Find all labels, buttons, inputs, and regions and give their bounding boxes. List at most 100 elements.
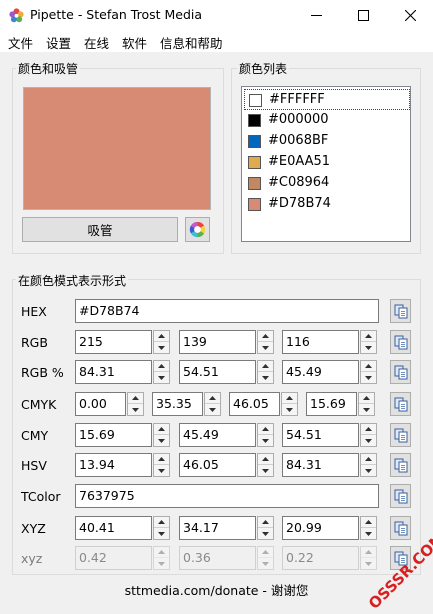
spin-down-icon[interactable]: [258, 528, 273, 539]
xyz-spinner[interactable]: [257, 516, 274, 540]
cmy-spinner[interactable]: [360, 423, 377, 447]
spin-up-icon[interactable]: [258, 424, 273, 435]
list-item[interactable]: #E0AA51: [244, 152, 410, 173]
tcolor-copy-button[interactable]: [390, 484, 411, 508]
menu-online[interactable]: 在线: [84, 33, 109, 52]
eyedropper-button[interactable]: 吸管: [22, 217, 178, 242]
minimize-button[interactable]: [293, 0, 339, 30]
spin-down-icon[interactable]: [361, 372, 376, 383]
spin-up-icon[interactable]: [154, 454, 169, 465]
spin-down-icon[interactable]: [361, 342, 376, 353]
cmy-field[interactable]: 54.51: [282, 423, 359, 447]
cmyk-spinner[interactable]: [204, 392, 221, 416]
spin-up-icon[interactable]: [154, 424, 169, 435]
spin-up-icon[interactable]: [128, 393, 143, 404]
xyz-spinner[interactable]: [360, 516, 377, 540]
cmyk-spinner[interactable]: [127, 392, 144, 416]
cmyk-spinner[interactable]: [281, 392, 298, 416]
spin-down-icon[interactable]: [361, 465, 376, 476]
hsv-spinner[interactable]: [360, 453, 377, 477]
list-item[interactable]: #C08964: [244, 173, 410, 194]
rgb-spinner[interactable]: [153, 330, 170, 354]
cmyk-field[interactable]: 46.05: [229, 392, 280, 416]
xyz-copy-button[interactable]: [390, 516, 411, 540]
spin-up-icon[interactable]: [282, 393, 297, 404]
hsv-field[interactable]: 46.05: [179, 453, 256, 477]
color-wheel-button[interactable]: [185, 217, 210, 242]
cmyk-spinner[interactable]: [358, 392, 375, 416]
rgbp-field[interactable]: 84.31: [75, 360, 152, 384]
hex-copy-button[interactable]: [390, 299, 411, 323]
spin-down-icon[interactable]: [258, 342, 273, 353]
hsv-copy-button[interactable]: [390, 453, 411, 477]
spin-down-icon[interactable]: [154, 372, 169, 383]
close-button[interactable]: [387, 0, 433, 30]
hsv-field[interactable]: 13.94: [75, 453, 152, 477]
xyz-field[interactable]: 40.41: [75, 516, 152, 540]
rgbp-copy-button[interactable]: [390, 360, 411, 384]
spin-down-icon[interactable]: [361, 528, 376, 539]
spin-down-icon[interactable]: [154, 435, 169, 446]
rgb-spinner[interactable]: [257, 330, 274, 354]
hsv-spinner[interactable]: [257, 453, 274, 477]
xyz-field[interactable]: 34.17: [179, 516, 256, 540]
spin-up-icon[interactable]: [258, 361, 273, 372]
cmy-copy-button[interactable]: [390, 423, 411, 447]
menu-settings[interactable]: 设置: [46, 33, 71, 52]
spin-up-icon[interactable]: [361, 361, 376, 372]
spin-up-icon[interactable]: [258, 517, 273, 528]
spin-up-icon[interactable]: [258, 331, 273, 342]
spin-down-icon[interactable]: [361, 435, 376, 446]
cmy-spinner[interactable]: [257, 423, 274, 447]
list-item[interactable]: #FFFFFF: [244, 89, 410, 110]
spin-down-icon[interactable]: [282, 404, 297, 415]
cmy-field[interactable]: 45.49: [179, 423, 256, 447]
cmy-spinner[interactable]: [153, 423, 170, 447]
spin-up-icon[interactable]: [361, 517, 376, 528]
spin-up-icon[interactable]: [258, 454, 273, 465]
menu-software[interactable]: 软件: [122, 33, 147, 52]
spin-down-icon[interactable]: [258, 465, 273, 476]
spin-up-icon[interactable]: [154, 517, 169, 528]
menu-help[interactable]: 信息和帮助: [160, 33, 223, 52]
rgbp-field[interactable]: 54.51: [179, 360, 256, 384]
spin-up-icon[interactable]: [205, 393, 220, 404]
xyz-field[interactable]: 20.99: [282, 516, 359, 540]
rgbp-spinner[interactable]: [360, 360, 377, 384]
spin-down-icon[interactable]: [258, 372, 273, 383]
cmyk-field[interactable]: 0.00: [75, 392, 126, 416]
cmy-field[interactable]: 15.69: [75, 423, 152, 447]
rgbp-spinner[interactable]: [257, 360, 274, 384]
list-item[interactable]: #000000: [244, 110, 410, 131]
rgbp-field[interactable]: 45.49: [282, 360, 359, 384]
spin-down-icon[interactable]: [258, 435, 273, 446]
cmyk-field[interactable]: 15.69: [306, 392, 357, 416]
xyz-spinner[interactable]: [153, 516, 170, 540]
spin-up-icon[interactable]: [359, 393, 374, 404]
rgb-field[interactable]: 215: [75, 330, 152, 354]
spin-up-icon[interactable]: [361, 331, 376, 342]
hex-field[interactable]: #D78B74: [75, 299, 379, 323]
tcolor-field[interactable]: 7637975: [75, 484, 379, 508]
spin-down-icon[interactable]: [205, 404, 220, 415]
spin-up-icon[interactable]: [361, 454, 376, 465]
spin-down-icon[interactable]: [154, 465, 169, 476]
cmyk-copy-button[interactable]: [390, 392, 411, 416]
rgb-copy-button[interactable]: [390, 330, 411, 354]
rgb-field[interactable]: 139: [179, 330, 256, 354]
spin-up-icon[interactable]: [154, 331, 169, 342]
color-listbox[interactable]: #FFFFFF #000000 #0068BF #E0AA51 #C08964 …: [241, 86, 411, 242]
rgbp-spinner[interactable]: [153, 360, 170, 384]
list-item[interactable]: #D78B74: [244, 194, 410, 215]
hsv-spinner[interactable]: [153, 453, 170, 477]
maximize-button[interactable]: [340, 0, 386, 30]
spin-down-icon[interactable]: [128, 404, 143, 415]
hsv-field[interactable]: 84.31: [282, 453, 359, 477]
rgb-spinner[interactable]: [360, 330, 377, 354]
spin-down-icon[interactable]: [154, 528, 169, 539]
rgb-field[interactable]: 116: [282, 330, 359, 354]
menu-file[interactable]: 文件: [8, 33, 33, 52]
spin-up-icon[interactable]: [154, 361, 169, 372]
list-item[interactable]: #0068BF: [244, 131, 410, 152]
spin-up-icon[interactable]: [361, 424, 376, 435]
